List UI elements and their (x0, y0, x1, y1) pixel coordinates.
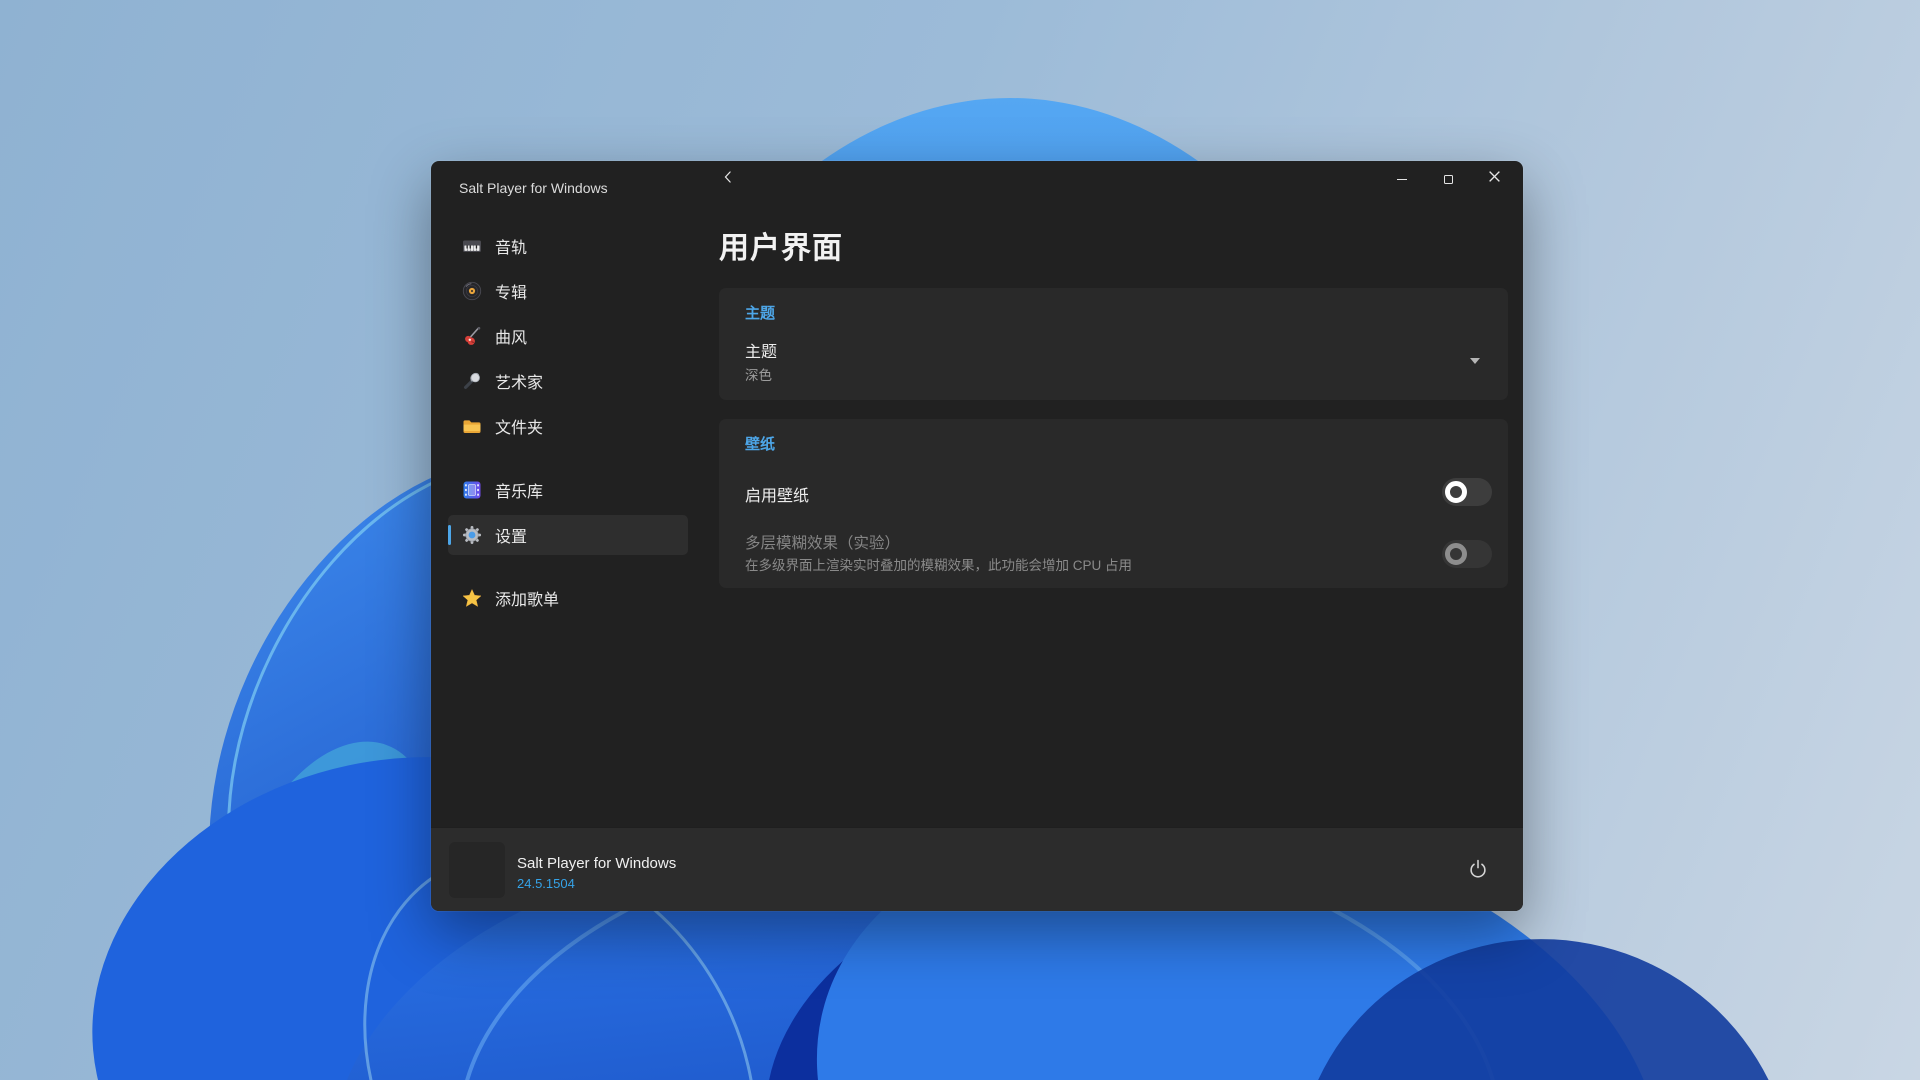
power-icon (1467, 858, 1489, 885)
theme-row-title: 主题 (745, 344, 778, 361)
sidebar-item-label: 音乐库 (495, 484, 544, 501)
window-controls (1379, 165, 1517, 193)
piano-icon (462, 236, 482, 256)
sidebar-item-folders[interactable]: 文件夹 (448, 406, 688, 446)
folder-icon (462, 416, 482, 436)
sidebar-item-label: 曲风 (495, 330, 528, 347)
app-window: Salt Player for Windows 音轨 专辑 曲风 艺术家 文件夹… (431, 161, 1523, 911)
sidebar-item-label: 专辑 (495, 285, 528, 302)
sidebar-item-label: 文件夹 (495, 420, 544, 437)
page-title: 用户界面 (719, 232, 843, 265)
close-icon (1488, 170, 1501, 188)
blur-effect-toggle[interactable] (1442, 540, 1492, 568)
sidebar-item-tracks[interactable]: 音轨 (448, 226, 688, 266)
theme-selected-value: 深色 (745, 368, 772, 383)
blur-effect-label: 多层模糊效果（实验） (745, 535, 901, 552)
about-footer: Salt Player for Windows 24.5.1504 (431, 827, 1523, 911)
footer-version: 24.5.1504 (517, 876, 575, 891)
sidebar-item-albums[interactable]: 专辑 (448, 271, 688, 311)
sidebar-item-label: 添加歌单 (495, 592, 560, 609)
minimize-button[interactable] (1379, 165, 1425, 193)
theme-card: 主题 主题 深色 (719, 288, 1508, 400)
footer-app-name: Salt Player for Windows (517, 855, 677, 872)
exit-button[interactable] (1459, 852, 1497, 890)
sidebar-item-label: 设置 (495, 529, 528, 546)
sidebar-item-library[interactable]: 音乐库 (448, 470, 688, 510)
enable-wallpaper-toggle[interactable] (1442, 478, 1492, 506)
section-label-theme: 主题 (745, 305, 776, 322)
toggle-knob (1445, 543, 1467, 565)
app-logo-placeholder (449, 842, 505, 898)
vinyl-icon (462, 281, 482, 301)
chevron-left-icon (718, 167, 738, 192)
window-title: Salt Player for Windows (459, 180, 608, 196)
star-icon (462, 588, 482, 608)
wallpaper-card: 壁纸 启用壁纸 多层模糊效果（实验） 在多级界面上渲染实时叠加的模糊效果，此功能… (719, 419, 1508, 588)
sidebar-item-artists[interactable]: 艺术家 (448, 361, 688, 401)
library-icon (462, 480, 482, 500)
sidebar-item-label: 音轨 (495, 240, 528, 257)
sidebar-item-genres[interactable]: 曲风 (448, 316, 688, 356)
blur-effect-description: 在多级界面上渲染实时叠加的模糊效果，此功能会增加 CPU 占用 (745, 558, 1133, 573)
sidebar-item-settings[interactable]: 设置 (448, 515, 688, 555)
chevron-down-icon[interactable] (1470, 358, 1480, 364)
toggle-knob (1445, 481, 1467, 503)
sidebar-item-add-playlist[interactable]: 添加歌单 (448, 578, 688, 618)
microphone-icon (462, 371, 482, 391)
minimize-icon (1397, 178, 1407, 180)
guitar-icon (462, 326, 482, 346)
selection-pill (448, 525, 451, 545)
maximize-icon (1443, 174, 1453, 184)
enable-wallpaper-label: 启用壁纸 (745, 488, 810, 505)
maximize-button[interactable] (1425, 165, 1471, 193)
close-button[interactable] (1471, 165, 1517, 193)
gear-icon (462, 525, 482, 545)
back-button[interactable] (714, 166, 742, 192)
sidebar-item-label: 艺术家 (495, 375, 544, 392)
section-label-wallpaper: 壁纸 (745, 436, 776, 453)
